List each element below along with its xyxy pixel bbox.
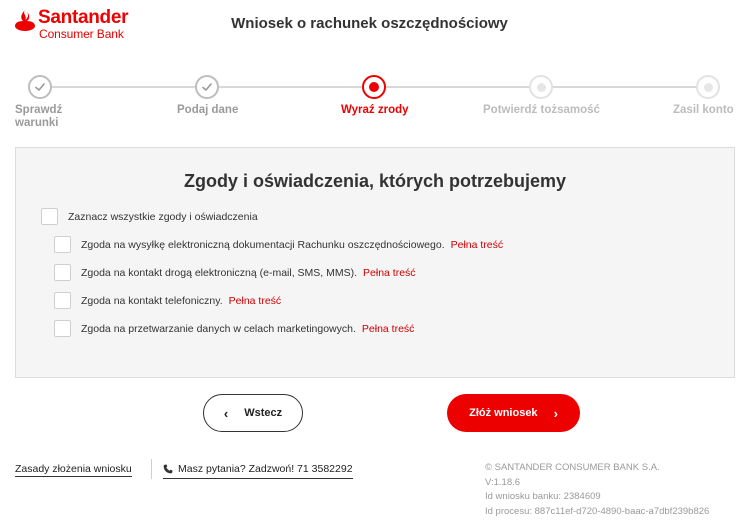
pending-step-dot: [536, 82, 546, 92]
full-text-link[interactable]: Pełna treść: [229, 295, 282, 307]
step-3-current: [362, 75, 386, 99]
step-connector: [386, 86, 529, 88]
page-title: Wniosek o rachunek oszczędnościowy: [231, 15, 508, 32]
step-1-check[interactable]: [28, 75, 52, 99]
phone-contact-link[interactable]: Masz pytania? Zadzwoń! 71 3582292: [163, 463, 353, 479]
step-label-potwierdz-tozsamosc: Potwierdź tożsamość: [483, 104, 600, 116]
footer-divider: [151, 459, 152, 479]
consent-row-marketing[interactable]: Zgoda na przetwarzanie danych w celach m…: [54, 320, 414, 337]
app-meta-info: © SANTANDER CONSUMER BANK S.A. V:1.18.6 …: [485, 461, 709, 519]
full-text-link[interactable]: Pełna treść: [362, 323, 415, 335]
phone-icon: [163, 464, 173, 474]
version-text: V:1.18.6: [485, 476, 521, 488]
step-label-podaj-dane[interactable]: Podaj dane: [177, 104, 238, 117]
step-2-check[interactable]: [195, 75, 219, 99]
consent-row-edocs[interactable]: Zgoda na wysyłkę elektroniczną dokumenta…: [54, 236, 503, 253]
chevron-left-icon: ‹: [223, 405, 229, 421]
checkmark-icon: [35, 83, 45, 91]
consent-checkbox-marketing[interactable]: [54, 320, 71, 337]
checkmark-icon: [202, 83, 212, 91]
select-all-checkbox[interactable]: [41, 208, 58, 225]
consent-checkbox-phone[interactable]: [54, 292, 71, 309]
application-rules-link[interactable]: Zasady złożenia wniosku: [15, 463, 132, 477]
step-connector: [52, 86, 195, 88]
consent-label[interactable]: Zgoda na przetwarzanie danych w celach m…: [81, 323, 356, 335]
submit-application-button[interactable]: Złóż wniosek ›: [447, 394, 580, 432]
full-text-link[interactable]: Pełna treść: [451, 239, 504, 251]
consent-label[interactable]: Zgoda na kontakt telefoniczny.: [81, 295, 223, 307]
submit-button-label: Złóż wniosek: [469, 407, 538, 419]
step-5-pending: [696, 75, 720, 99]
consents-title: Zgody i oświadczenia, których potrzebuje…: [183, 171, 567, 191]
consent-label[interactable]: Zgoda na wysyłkę elektroniczną dokumenta…: [81, 239, 445, 251]
active-step-dot: [369, 82, 379, 92]
copyright-text: © SANTANDER CONSUMER BANK S.A.: [485, 462, 660, 473]
process-id: Id procesu: 887c11ef-d720-4890-baac-a7db…: [485, 505, 710, 517]
step-connector: [219, 86, 362, 88]
full-text-link[interactable]: Pełna treść: [363, 267, 416, 279]
consents-panel: Zgody i oświadczenia, których potrzebuje…: [15, 147, 735, 378]
phone-contact-text: Masz pytania? Zadzwoń! 71 3582292: [178, 463, 353, 475]
consent-checkbox-edocs[interactable]: [54, 236, 71, 253]
back-button[interactable]: ‹ Wstecz: [203, 394, 303, 432]
step-4-pending: [529, 75, 553, 99]
step-label-sprawdz-warunki[interactable]: Sprawdź warunki: [15, 104, 95, 130]
consent-row-email-sms[interactable]: Zgoda na kontakt drogą elektroniczną (e-…: [54, 264, 416, 281]
back-button-label: Wstecz: [244, 407, 283, 419]
progress-stepper: Sprawdź warunki Podaj dane Wyraź zrody P…: [0, 70, 739, 140]
chevron-right-icon: ›: [553, 405, 558, 421]
step-label-zasil-konto: Zasil konto: [673, 104, 734, 116]
consent-row-phone[interactable]: Zgoda na kontakt telefoniczny. Pełna tre…: [54, 292, 281, 309]
select-all-label[interactable]: Zaznacz wszystkie zgody i oświadczenia: [68, 211, 258, 223]
consent-label[interactable]: Zgoda na kontakt drogą elektroniczną (e-…: [81, 267, 357, 279]
consent-checkbox-email-sms[interactable]: [54, 264, 71, 281]
bank-application-id: Id wniosku banku: 2384609: [485, 491, 601, 502]
select-all-row[interactable]: Zaznacz wszystkie zgody i oświadczenia: [41, 208, 258, 225]
step-connector: [553, 86, 696, 88]
step-label-wyraz-zgody: Wyraź zrody: [341, 104, 409, 116]
pending-step-dot: [703, 82, 713, 92]
